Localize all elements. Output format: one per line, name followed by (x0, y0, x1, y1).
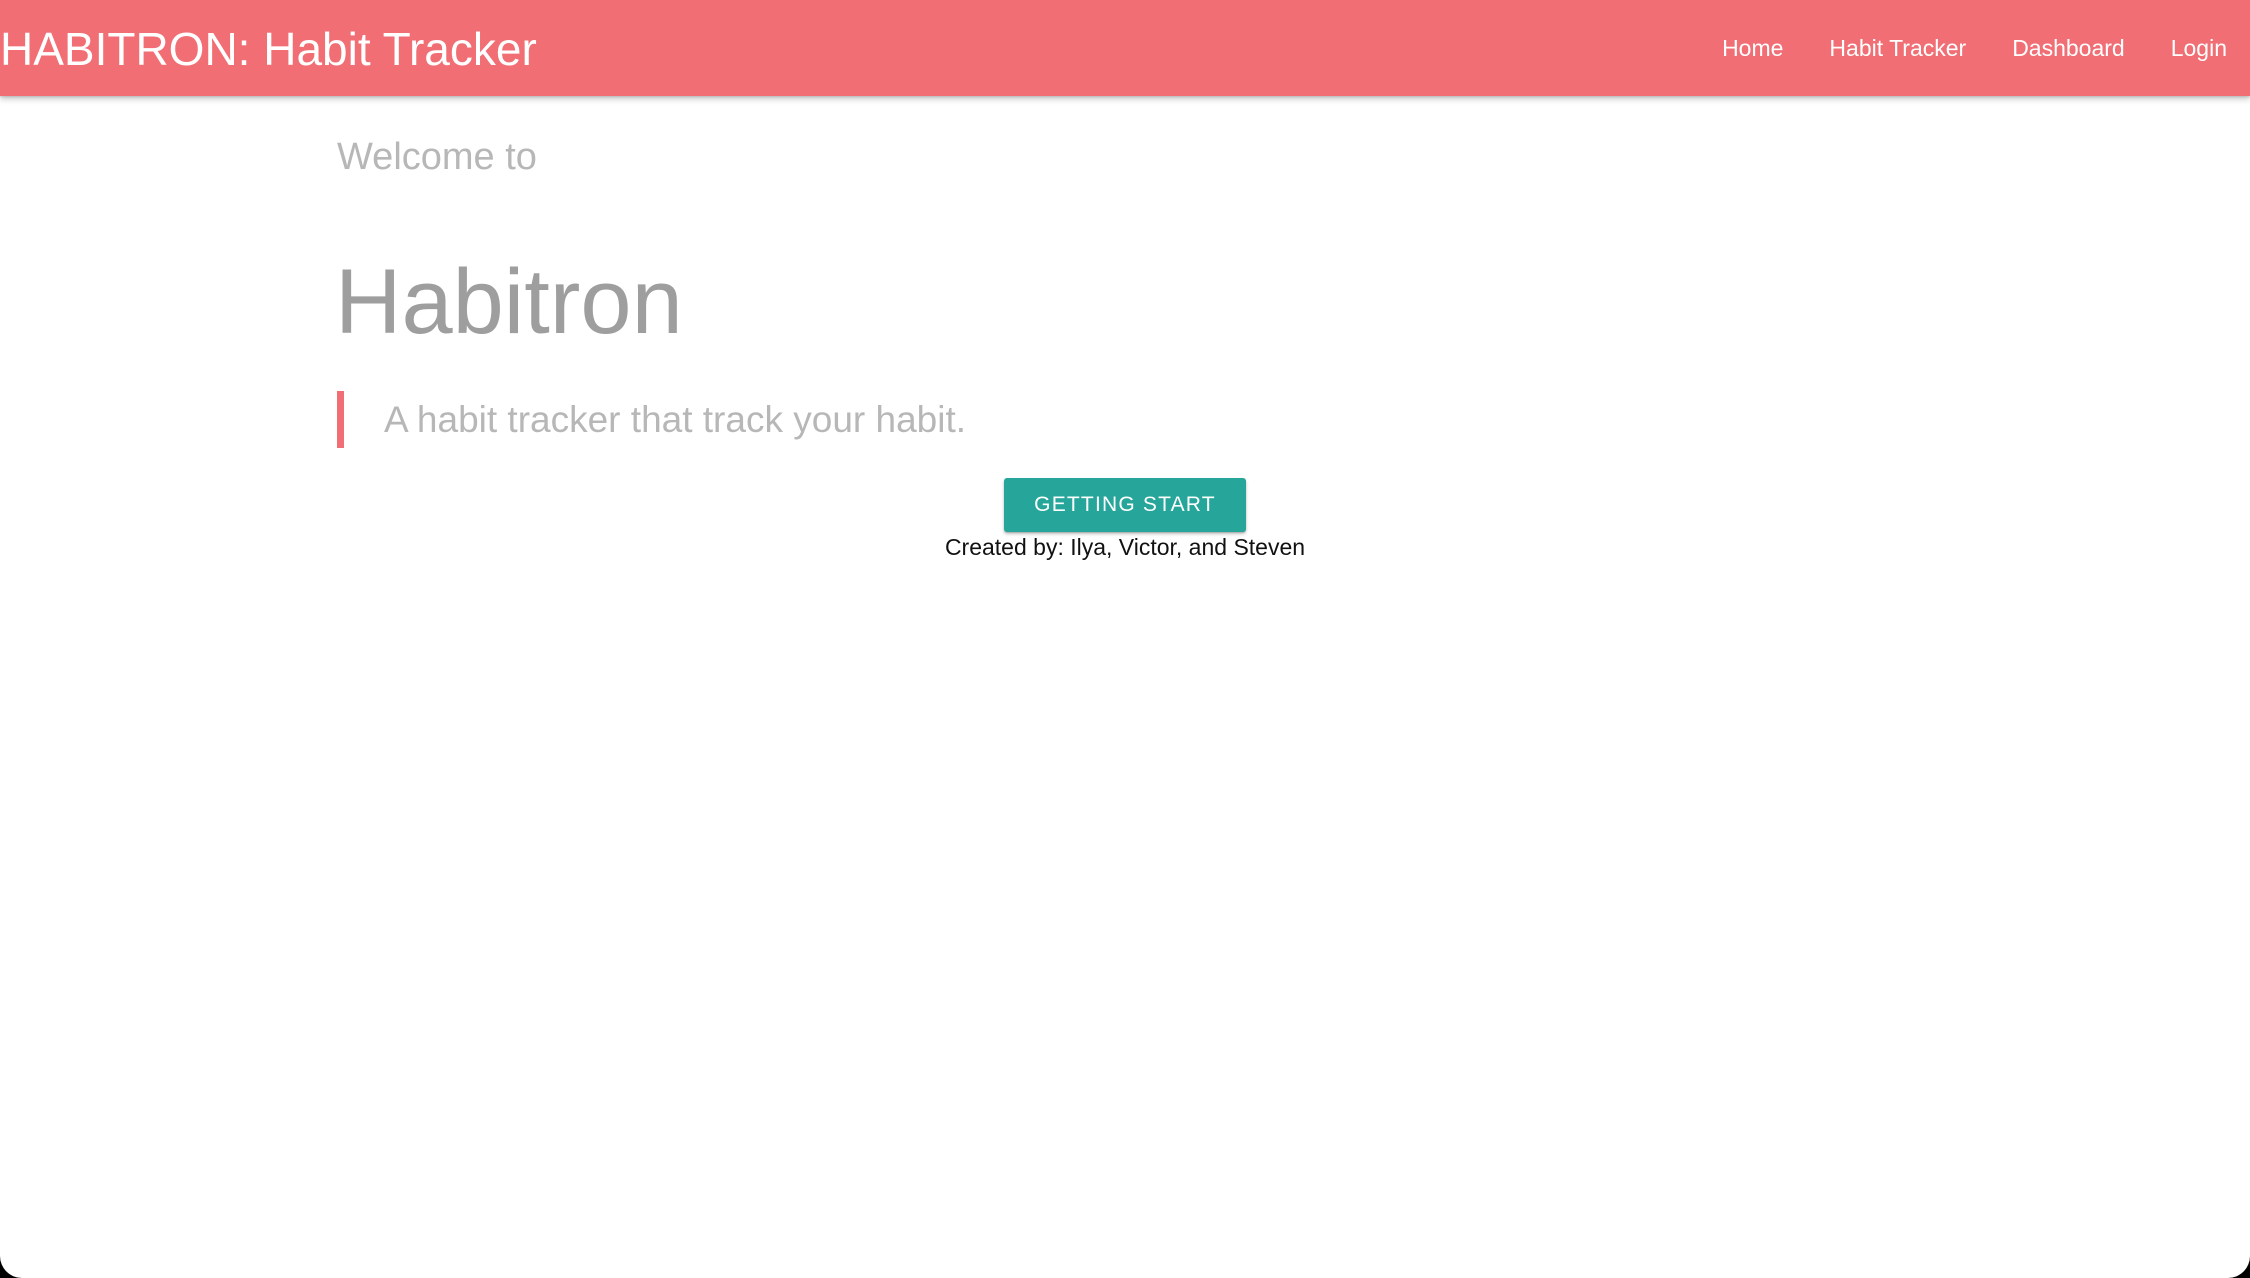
browser-page: HABITRON: Habit Tracker Home Habit Track… (0, 0, 2250, 1278)
brand-logo-link[interactable]: HABITRON: Habit Tracker (0, 0, 537, 96)
nav-link-login[interactable]: Login (2148, 0, 2250, 96)
nav-item-login: Login (2148, 0, 2250, 96)
tagline-quote: A habit tracker that track your habit. (337, 391, 966, 448)
welcome-heading: Welcome to (337, 136, 537, 178)
nav-link-habit-tracker[interactable]: Habit Tracker (1806, 0, 1989, 96)
getting-start-button[interactable]: GETTING START (1004, 478, 1246, 532)
nav-item-dashboard: Dashboard (1989, 0, 2148, 96)
nav-link-home[interactable]: Home (1699, 0, 1806, 96)
page-title: Habitron (335, 251, 683, 353)
nav-link-dashboard[interactable]: Dashboard (1989, 0, 2148, 96)
navbar: HABITRON: Habit Tracker Home Habit Track… (0, 0, 2250, 96)
nav-links: Home Habit Tracker Dashboard Login (1699, 0, 2250, 96)
nav-item-home: Home (1699, 0, 1806, 96)
nav-item-habit-tracker: Habit Tracker (1806, 0, 1989, 96)
credits-text: Created by: Ilya, Victor, and Steven (944, 534, 1306, 560)
